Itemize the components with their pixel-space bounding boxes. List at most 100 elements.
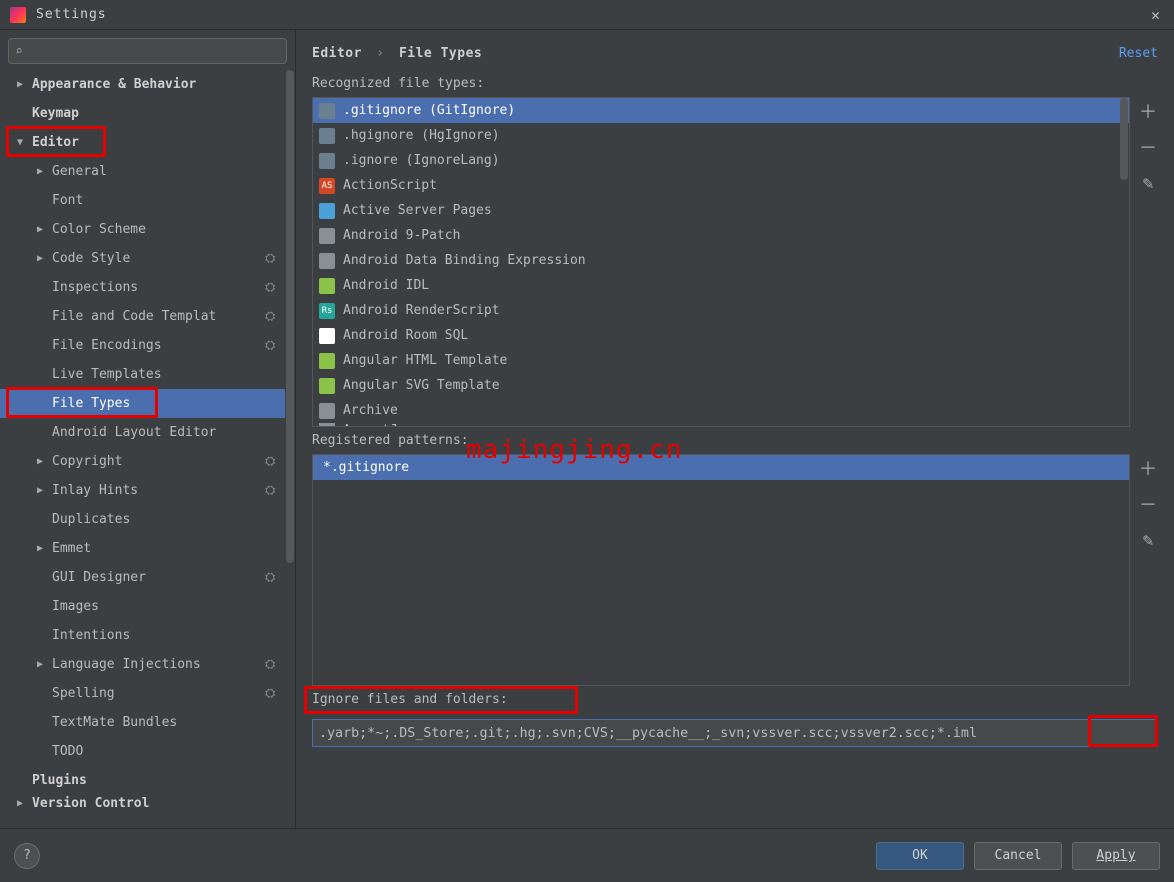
remove-icon[interactable]: － bbox=[1136, 492, 1160, 516]
tree-item[interactable]: ▶General bbox=[0, 157, 285, 186]
file-type-row[interactable]: Angular HTML Template bbox=[313, 348, 1129, 373]
tree-item[interactable]: ▼Editor bbox=[0, 128, 285, 157]
tree-item[interactable]: Images bbox=[0, 592, 285, 621]
tree-item[interactable]: Inspections⛭ bbox=[0, 273, 285, 302]
cancel-button[interactable]: Cancel bbox=[974, 842, 1062, 870]
tree-item[interactable]: File Encodings⛭ bbox=[0, 331, 285, 360]
file-type-row[interactable]: .gitignore (GitIgnore) bbox=[313, 98, 1129, 123]
patterns-list[interactable]: *.gitignore bbox=[312, 454, 1130, 686]
add-icon[interactable]: ＋ bbox=[1136, 99, 1160, 123]
file-type-row[interactable]: Archive bbox=[313, 398, 1129, 423]
edit-icon[interactable]: ✎ bbox=[1136, 528, 1160, 552]
tree-label: Editor bbox=[32, 135, 79, 150]
tree-label: Language Injections bbox=[52, 657, 201, 672]
gear-icon: ⛭ bbox=[265, 686, 279, 700]
tree-item[interactable]: Spelling⛭ bbox=[0, 679, 285, 708]
tree-arrow-icon: ▶ bbox=[34, 456, 46, 467]
remove-icon[interactable]: － bbox=[1136, 135, 1160, 159]
tree-item[interactable]: ▶ Version Control bbox=[0, 795, 285, 812]
settings-tree[interactable]: ▶ Appearance & Behavior Keymap▼Editor▶Gene… bbox=[0, 70, 285, 828]
file-type-row[interactable]: .ignore (IgnoreLang) bbox=[313, 148, 1129, 173]
scrollbar-thumb[interactable] bbox=[286, 70, 294, 563]
close-icon[interactable]: ✕ bbox=[1143, 6, 1168, 24]
file-type-label: Android Data Binding Expression bbox=[343, 253, 586, 268]
list-scrollbar[interactable] bbox=[1119, 98, 1129, 426]
tree-item[interactable]: Android Layout Editor bbox=[0, 418, 285, 447]
search-input[interactable]: ⌕ bbox=[8, 38, 287, 64]
tree-label: Images bbox=[52, 599, 99, 614]
edit-icon[interactable]: ✎ bbox=[1136, 171, 1160, 195]
gear-icon: ⛭ bbox=[265, 338, 279, 352]
tree-item[interactable]: Font bbox=[0, 186, 285, 215]
tree-item[interactable]: ▶Language Injections⛭ bbox=[0, 650, 285, 679]
tree-arrow-icon: ▶ bbox=[34, 224, 46, 235]
tree-item[interactable]: Live Templates bbox=[0, 360, 285, 389]
add-icon[interactable]: ＋ bbox=[1136, 456, 1160, 480]
tree-item[interactable]: ▶Code Style⛭ bbox=[0, 244, 285, 273]
tree-item[interactable]: Plugins bbox=[0, 766, 285, 795]
tree-label: Font bbox=[52, 193, 83, 208]
tree-item[interactable]: ▶Inlay Hints⛭ bbox=[0, 476, 285, 505]
file-type-icon bbox=[319, 253, 335, 269]
tree-item[interactable]: Keymap bbox=[0, 99, 285, 128]
file-type-label: Android Room SQL bbox=[343, 328, 468, 343]
tree-label: Plugins bbox=[32, 773, 87, 788]
file-types-list[interactable]: .gitignore (GitIgnore).hgignore (HgIgnor… bbox=[312, 97, 1130, 427]
tree-item[interactable]: TODO bbox=[0, 737, 285, 766]
file-type-row[interactable]: RsAndroid RenderScript bbox=[313, 298, 1129, 323]
patterns-tools: ＋ － ✎ bbox=[1130, 454, 1166, 686]
file-type-row[interactable]: Active Server Pages bbox=[313, 198, 1129, 223]
tree-label: File Types bbox=[52, 396, 130, 411]
file-type-icon bbox=[319, 203, 335, 219]
tree-arrow-icon: ▶ bbox=[34, 543, 46, 554]
tree-item[interactable]: ▶Copyright⛭ bbox=[0, 447, 285, 476]
tree-arrow-icon: ▶ bbox=[14, 798, 26, 809]
sidebar-scrollbar[interactable] bbox=[285, 70, 295, 828]
ok-button[interactable]: OK bbox=[876, 842, 964, 870]
tree-arrow-icon: ▶ bbox=[34, 166, 46, 177]
tree-label: Appearance & Behavior bbox=[32, 77, 196, 92]
tree-item[interactable]: ▶Emmet bbox=[0, 534, 285, 563]
reset-link[interactable]: Reset bbox=[1119, 46, 1158, 61]
file-type-row[interactable]: Android Room SQL bbox=[313, 323, 1129, 348]
tree-item[interactable]: ▶ Appearance & Behavior bbox=[0, 70, 285, 99]
tree-item[interactable]: Duplicates bbox=[0, 505, 285, 534]
tree-item[interactable]: Intentions bbox=[0, 621, 285, 650]
tree-item[interactable]: File Types bbox=[0, 389, 285, 418]
file-type-label: Android 9-Patch bbox=[343, 228, 460, 243]
tree-label: Intentions bbox=[52, 628, 130, 643]
file-type-label: Active Server Pages bbox=[343, 203, 492, 218]
search-field[interactable] bbox=[29, 44, 280, 59]
file-type-icon bbox=[319, 378, 335, 394]
chevron-right-icon: › bbox=[376, 46, 384, 61]
tree-item[interactable]: File and Code Templat⛭ bbox=[0, 302, 285, 331]
file-type-label: AspectJ bbox=[343, 423, 398, 427]
tree-label: Version Control bbox=[32, 796, 149, 811]
tree-label: Live Templates bbox=[52, 367, 162, 382]
file-type-row[interactable]: ASActionScript bbox=[313, 173, 1129, 198]
file-type-row[interactable]: Android 9-Patch bbox=[313, 223, 1129, 248]
file-type-row[interactable]: Android Data Binding Expression bbox=[313, 248, 1129, 273]
help-button[interactable]: ? bbox=[14, 843, 40, 869]
pattern-row[interactable]: *.gitignore bbox=[313, 455, 1129, 480]
ignore-label: Ignore files and folders: bbox=[296, 686, 1174, 713]
apply-button[interactable]: Apply bbox=[1072, 842, 1160, 870]
tree-item[interactable]: GUI Designer⛭ bbox=[0, 563, 285, 592]
file-type-row[interactable]: AspectJ bbox=[313, 423, 1129, 427]
file-type-label: .ignore (IgnoreLang) bbox=[343, 153, 500, 168]
tree-arrow-icon: ▶ bbox=[14, 79, 26, 90]
file-type-icon bbox=[319, 423, 335, 427]
ignore-input[interactable] bbox=[312, 719, 1158, 747]
file-type-label: ActionScript bbox=[343, 178, 437, 193]
file-type-row[interactable]: .hgignore (HgIgnore) bbox=[313, 123, 1129, 148]
tree-item[interactable]: TextMate Bundles bbox=[0, 708, 285, 737]
tree-label: Inspections bbox=[52, 280, 138, 295]
file-type-icon bbox=[319, 278, 335, 294]
file-type-row[interactable]: Android IDL bbox=[313, 273, 1129, 298]
titlebar: Settings ✕ bbox=[0, 0, 1174, 30]
tree-item[interactable]: ▶Color Scheme bbox=[0, 215, 285, 244]
file-types-tools: ＋ － ✎ bbox=[1130, 97, 1166, 427]
file-type-row[interactable]: Angular SVG Template bbox=[313, 373, 1129, 398]
scrollbar-thumb[interactable] bbox=[1120, 98, 1128, 180]
gear-icon: ⛭ bbox=[265, 309, 279, 323]
